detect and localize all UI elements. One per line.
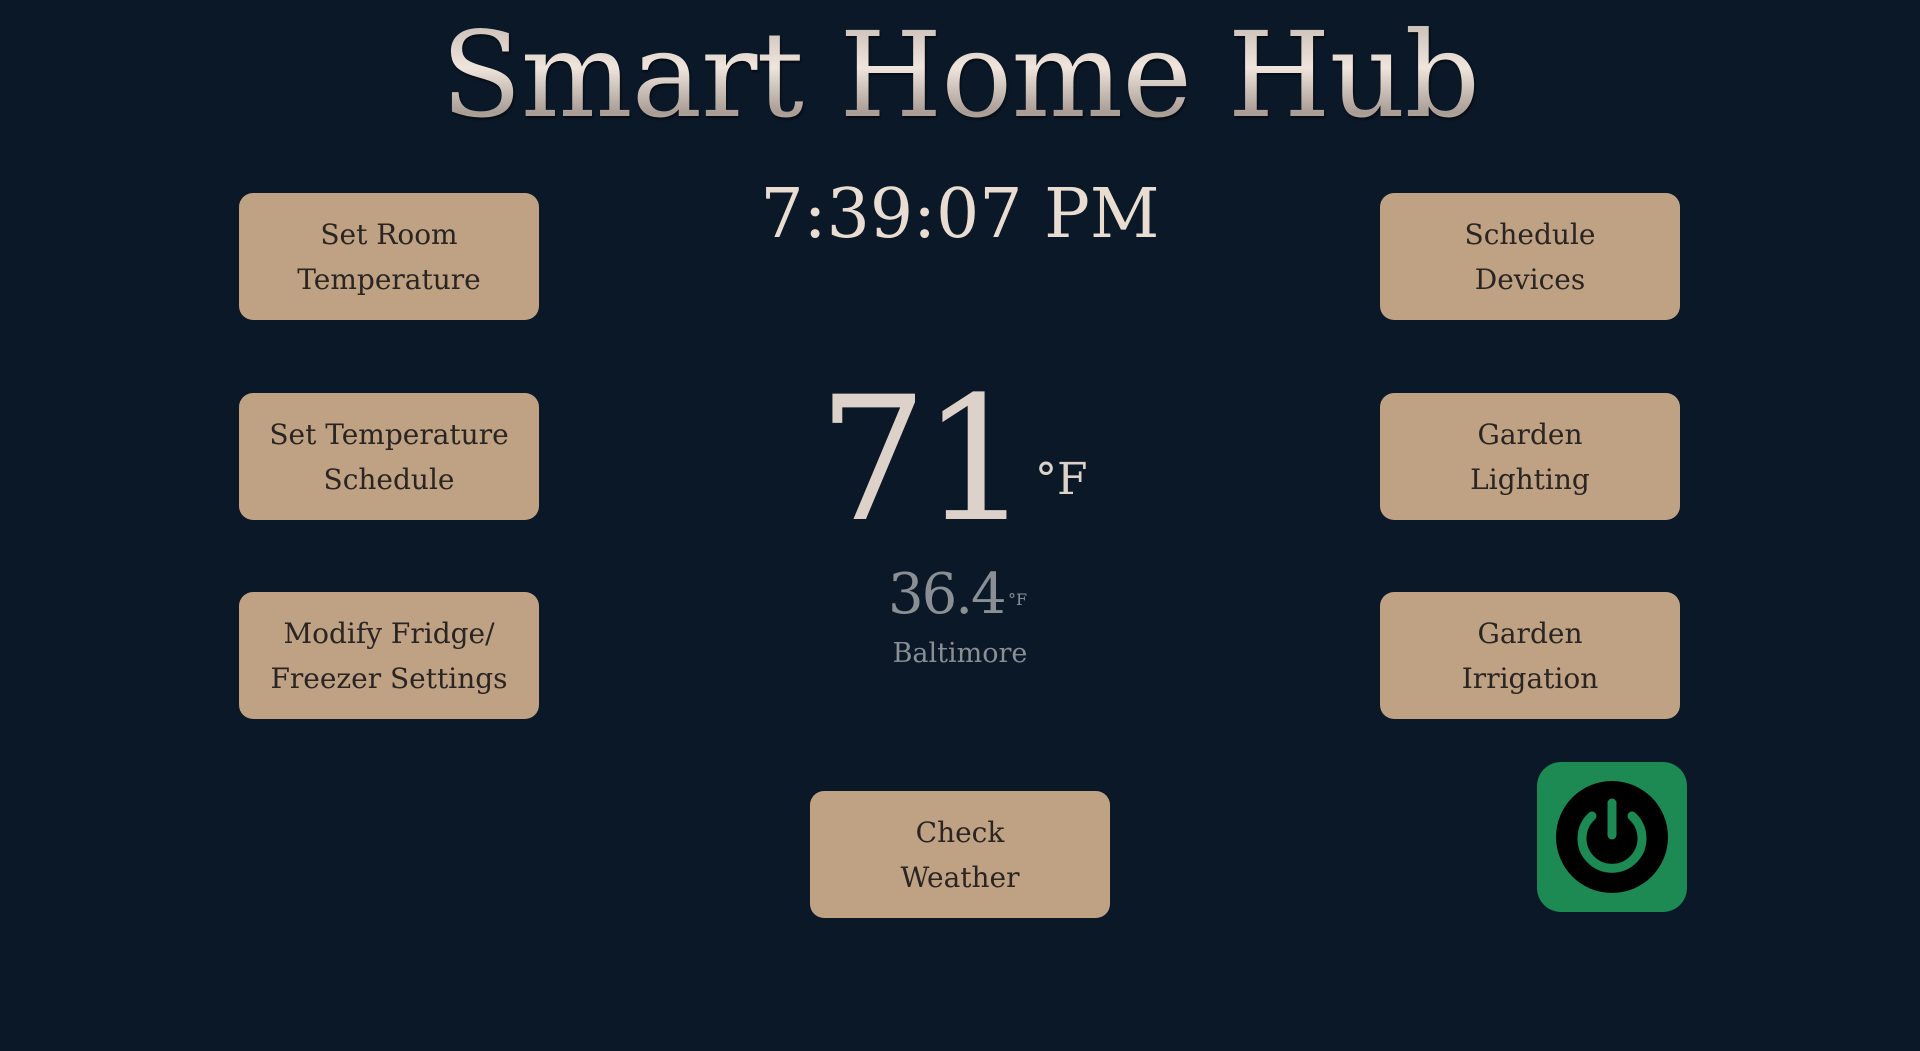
button-label: Modify Fridge/ Freezer Settings	[270, 616, 508, 695]
button-label: Garden Lighting	[1470, 417, 1590, 496]
clock: 7:39:07 PM	[760, 175, 1160, 254]
check-weather-button[interactable]: Check Weather	[810, 791, 1110, 918]
outdoor-temperature: 36.4 °F	[760, 560, 1160, 630]
weather-city: Baltimore	[892, 638, 1028, 669]
set-temperature-schedule-button[interactable]: Set Temperature Schedule	[239, 393, 539, 520]
button-label: Garden Irrigation	[1461, 616, 1599, 695]
button-label: Set Room Temperature	[297, 217, 481, 296]
power-button[interactable]	[1537, 762, 1687, 912]
garden-irrigation-button[interactable]: Garden Irrigation	[1380, 592, 1680, 719]
app-title: Smart Home Hub	[0, 0, 1920, 150]
button-label: Set Temperature Schedule	[269, 417, 509, 496]
schedule-devices-button[interactable]: Schedule Devices	[1380, 193, 1680, 320]
indoor-temperature-value: 71	[818, 359, 1031, 560]
outdoor-temperature-unit: °F	[1008, 590, 1028, 609]
button-label: Schedule Devices	[1464, 217, 1596, 296]
indoor-temperature-unit: °F	[1035, 454, 1088, 505]
set-room-temperature-button[interactable]: Set Room Temperature	[239, 193, 539, 320]
garden-lighting-button[interactable]: Garden Lighting	[1380, 393, 1680, 520]
modify-fridge-freezer-settings-button[interactable]: Modify Fridge/ Freezer Settings	[239, 592, 539, 719]
button-label: Check Weather	[900, 815, 1020, 894]
power-icon	[1556, 781, 1668, 893]
indoor-temperature: 71 °F	[760, 370, 1160, 550]
outdoor-temperature-value: 36.4	[888, 562, 1007, 627]
